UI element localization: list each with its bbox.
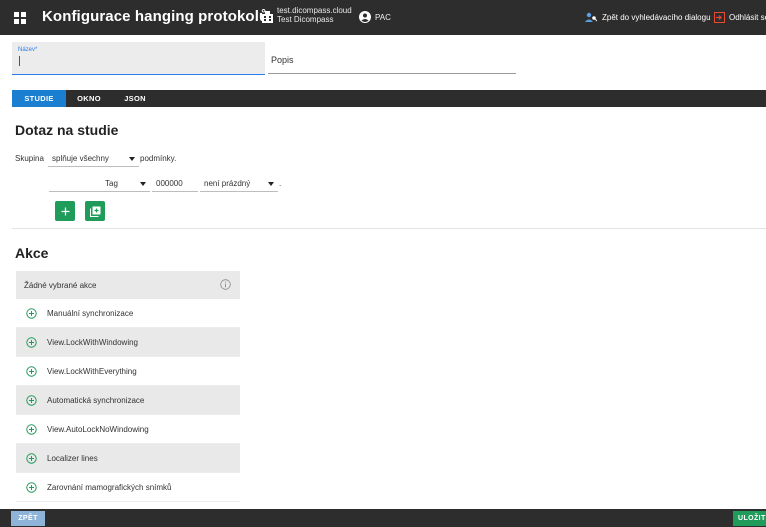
add-circle-icon[interactable] bbox=[26, 482, 37, 493]
group-label: Skupina bbox=[15, 154, 44, 163]
tag-value: 000000 bbox=[156, 179, 183, 188]
action-item-label: View.LockWithWindowing bbox=[47, 338, 139, 347]
chevron-down-icon bbox=[129, 157, 135, 161]
tab-okno[interactable]: OKNO bbox=[66, 90, 112, 107]
back-button[interactable]: ZPĚT bbox=[11, 511, 45, 526]
action-item-label: Zarovnání mamografických snímků bbox=[47, 483, 172, 492]
conditions-label: podmínky. bbox=[140, 154, 177, 163]
section-divider bbox=[12, 228, 766, 229]
name-input[interactable]: Název* bbox=[12, 42, 265, 75]
add-circle-icon[interactable] bbox=[26, 366, 37, 377]
action-item[interactable]: Automatická synchronizace bbox=[16, 386, 240, 415]
add-circle-icon[interactable] bbox=[26, 424, 37, 435]
save-button[interactable]: ULOŽIT bbox=[733, 511, 766, 526]
add-condition-group-button[interactable] bbox=[85, 201, 105, 221]
add-circle-icon[interactable] bbox=[26, 308, 37, 319]
condition-field-select[interactable]: Tag bbox=[49, 174, 150, 192]
add-circle-icon[interactable] bbox=[26, 337, 37, 348]
logout-link[interactable]: Odhlásit se bbox=[714, 12, 766, 23]
text-caret bbox=[19, 56, 20, 66]
tenant-host: test.dicompass.cloud bbox=[277, 6, 352, 15]
actions-list: Žádné vybrané akce Manuální synchronizac… bbox=[16, 271, 240, 502]
action-item[interactable]: View.AutoLockNoWindowing bbox=[16, 415, 240, 444]
info-icon[interactable] bbox=[220, 279, 231, 290]
tag-value-input[interactable]: 000000 bbox=[152, 174, 198, 192]
name-field-label: Název* bbox=[18, 47, 38, 53]
action-item[interactable]: Zarovnání mamografických snímků bbox=[16, 473, 240, 502]
building-icon bbox=[262, 11, 273, 23]
tab-json[interactable]: JSON bbox=[112, 90, 158, 107]
back-to-search-label: Zpět do vyhledávacího dialogu bbox=[602, 12, 711, 22]
description-placeholder: Popis bbox=[271, 55, 294, 65]
condition-suffix: . bbox=[279, 179, 282, 188]
action-item[interactable]: Manuální synchronizace bbox=[16, 299, 240, 328]
tenant-info: test.dicompass.cloud Test Dicompass bbox=[277, 6, 352, 24]
tab-bar: STUDIE OKNO JSON bbox=[12, 90, 766, 107]
chevron-down-icon bbox=[268, 182, 274, 186]
actions-title: Akce bbox=[15, 245, 49, 261]
plus-icon bbox=[61, 207, 69, 215]
action-item-label: Manuální synchronizace bbox=[47, 309, 134, 318]
add-condition-button[interactable] bbox=[55, 201, 75, 221]
no-actions-label: Žádné vybrané akce bbox=[24, 281, 97, 290]
tab-studie[interactable]: STUDIE bbox=[12, 90, 66, 107]
action-item-label: Automatická synchronizace bbox=[47, 396, 145, 405]
logout-label: Odhlásit se bbox=[729, 13, 766, 22]
back-to-search-link[interactable]: Zpět do vyhledávacího dialogu bbox=[585, 12, 711, 22]
footer-bar: ZPĚT ULOŽIT bbox=[0, 509, 766, 527]
operator-value: není prázdný bbox=[204, 179, 251, 188]
description-input[interactable]: Popis bbox=[268, 42, 516, 74]
user-account-icon[interactable] bbox=[359, 11, 371, 23]
apps-grid-icon[interactable] bbox=[14, 12, 26, 24]
search-users-icon bbox=[585, 12, 597, 22]
condition-field-value: Tag bbox=[105, 179, 118, 188]
study-query-title: Dotaz na studie bbox=[15, 122, 119, 138]
actions-list-header: Žádné vybrané akce bbox=[16, 271, 240, 299]
chevron-down-icon bbox=[140, 182, 146, 186]
page-title: Konfigurace hanging protokolů bbox=[42, 8, 269, 25]
add-group-icon bbox=[89, 206, 100, 217]
action-item-label: View.AutoLockNoWindowing bbox=[47, 425, 149, 434]
add-circle-icon[interactable] bbox=[26, 453, 37, 464]
match-select[interactable]: splňuje všechny bbox=[48, 149, 139, 167]
action-item[interactable]: View.LockWithEverything bbox=[16, 357, 240, 386]
match-select-value: splňuje všechny bbox=[52, 154, 109, 163]
top-bar: Konfigurace hanging protokolů test.dicom… bbox=[0, 0, 766, 35]
user-name[interactable]: PAC bbox=[375, 13, 391, 22]
action-item-label: Localizer lines bbox=[47, 454, 98, 463]
action-item[interactable]: Localizer lines bbox=[16, 444, 240, 473]
tenant-name: Test Dicompass bbox=[277, 15, 334, 24]
action-item-label: View.LockWithEverything bbox=[47, 367, 137, 376]
action-item[interactable]: View.LockWithWindowing bbox=[16, 328, 240, 357]
logout-icon bbox=[714, 12, 725, 23]
add-circle-icon[interactable] bbox=[26, 395, 37, 406]
operator-select[interactable]: není prázdný bbox=[200, 174, 278, 192]
